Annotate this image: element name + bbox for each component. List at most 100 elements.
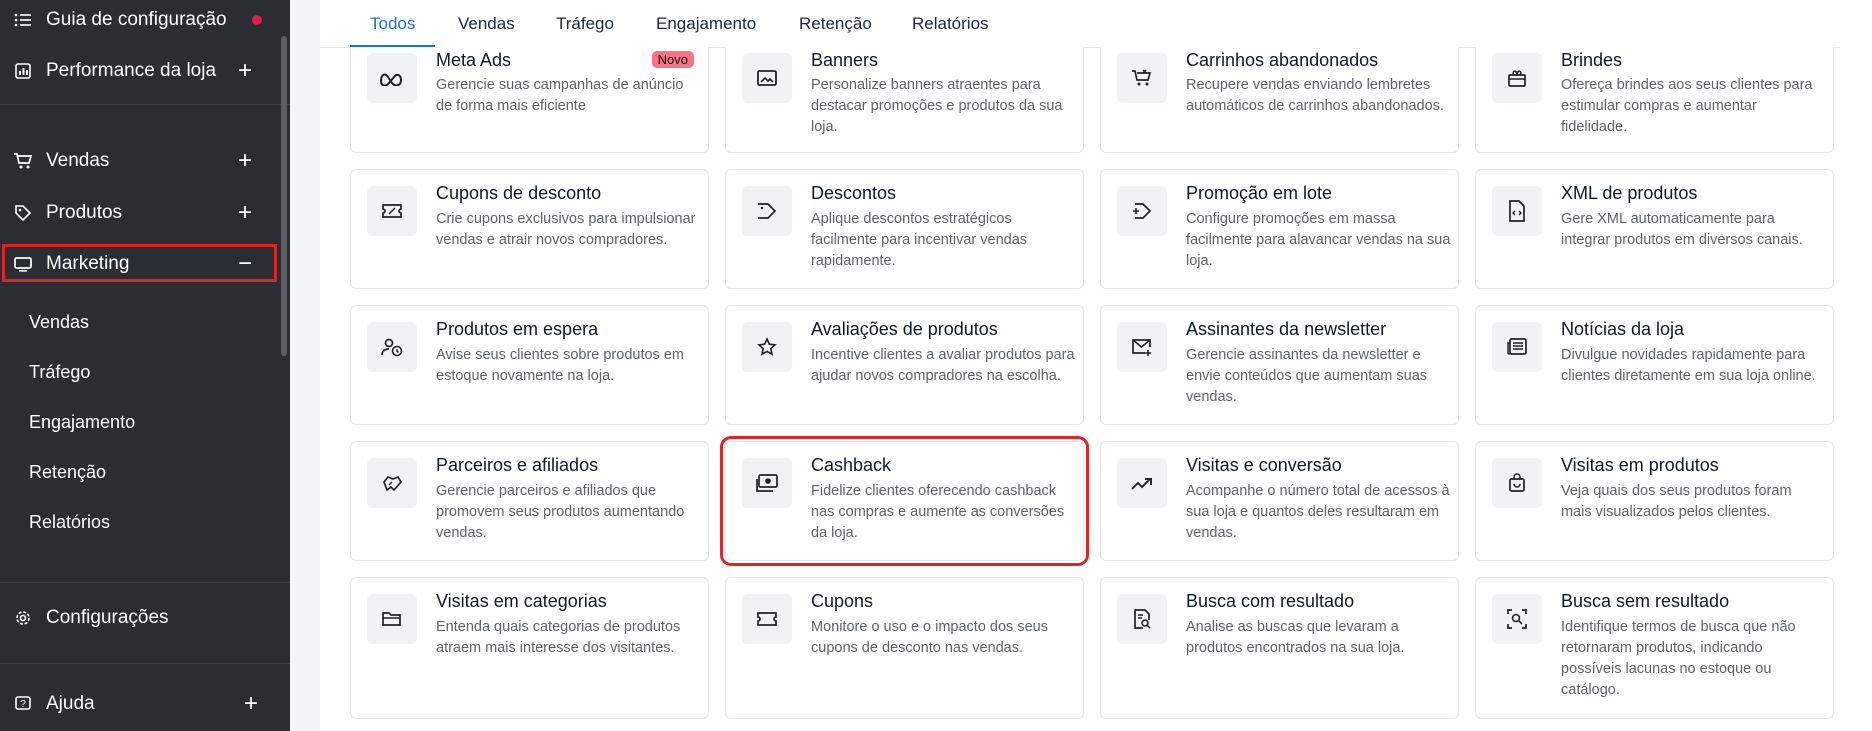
card-description: Aplique descontos estratégicos facilment…	[811, 211, 1028, 269]
card-description: Recupere vendas enviando lembretes autom…	[1186, 77, 1444, 114]
tag-plus-icon	[1117, 186, 1167, 236]
handshake-icon	[367, 458, 417, 508]
sidebar-scrollbar[interactable]	[281, 36, 287, 356]
card-description: Incentive clientes a avaliar produtos pa…	[811, 347, 1075, 384]
tab-todos[interactable]: Todos	[349, 0, 436, 48]
card-title: Cashback	[811, 455, 892, 475]
submenu-item-engajamento[interactable]: Engajamento	[29, 412, 135, 433]
tool-card-carrinhos-abandonados[interactable]: Carrinhos abandonados Recupere vendas env…	[1100, 47, 1459, 153]
sidebar-item-performance[interactable]: Performance da loja +	[0, 51, 280, 91]
xml-file-icon	[1492, 186, 1542, 236]
sidebar-item-produtos[interactable]: Produtos +	[0, 193, 280, 233]
card-description: Divulgue novidades rapidamente para clie…	[1561, 347, 1816, 384]
submenu-item-relatorios[interactable]: Relatórios	[29, 512, 110, 533]
card-title: Busca sem resultado	[1561, 591, 1730, 611]
tab-relatorios[interactable]: Relatórios	[912, 0, 989, 47]
card-description: Fidelize clientes oferecendo cashback na…	[811, 483, 1065, 541]
tool-card-noticias-da-loja[interactable]: Notícias da loja Divulgue novidades rapid…	[1475, 305, 1834, 425]
card-description: Configure promoções em massa facilmente …	[1186, 211, 1451, 269]
card-title: Carrinhos abandonados	[1186, 50, 1379, 70]
cash-icon	[742, 458, 792, 508]
card-title: Parceiros e afiliados	[436, 455, 599, 475]
news-icon	[1492, 322, 1542, 372]
tool-card-visitas-e-conversao[interactable]: Visitas e conversão Acompanhe o número to…	[1100, 441, 1459, 561]
tag-icon	[12, 202, 34, 224]
tool-card-promocao-em-lote[interactable]: Promoção em lote Configure promoções em m…	[1100, 169, 1459, 289]
sidebar-item-guia[interactable]: Guia de configuração	[0, 0, 280, 40]
tool-card-produtos-em-espera[interactable]: Produtos em espera Avise seus clientes so…	[350, 305, 709, 425]
tool-card-cupons-de-desconto[interactable]: Cupons de desconto Crie cupons exclusivos…	[350, 169, 709, 289]
expand-icon[interactable]: +	[238, 59, 252, 83]
sidebar-item-label: Guia de configuração	[46, 9, 227, 30]
card-description: Personalize banners atraentes para desta…	[811, 77, 1063, 135]
mail-plus-icon	[1117, 322, 1167, 372]
tool-card-parceiros-e-afiliados[interactable]: Parceiros e afiliados Gerencie parceiros …	[350, 441, 709, 561]
tool-card-descontos[interactable]: Descontos Aplique descontos estratégicos …	[725, 169, 1084, 289]
card-title: Banners	[811, 50, 879, 70]
tool-card-cashback[interactable]: Cashback Fidelize clientes oferecendo cas…	[720, 436, 1089, 566]
tool-card-meta-ads[interactable]: Meta Ads Gerencie suas campanhas de anúnc…	[350, 47, 709, 153]
tool-card-banners[interactable]: Banners Personalize banners atraentes par…	[725, 47, 1084, 153]
card-title: Promoção em lote	[1186, 183, 1333, 203]
card-title: Descontos	[811, 183, 897, 203]
search-frame-icon	[1492, 594, 1542, 644]
card-title: Cupons de desconto	[436, 183, 602, 203]
card-title: Busca com resultado	[1186, 591, 1355, 611]
tool-card-avaliacoes-de-produtos[interactable]: Avaliações de produtos Incentive clientes…	[725, 305, 1084, 425]
expand-icon[interactable]: +	[238, 201, 252, 225]
cart-x-icon	[1117, 53, 1167, 103]
card-title: Visitas em produtos	[1561, 455, 1719, 475]
tool-card-cupons[interactable]: Cupons Monitore o uso e o impacto dos seu…	[725, 577, 1084, 719]
submenu-item-vendas[interactable]: Vendas	[29, 312, 89, 333]
tool-card-visitas-em-produtos[interactable]: Visitas em produtos Veja quais dos seus p…	[1475, 441, 1834, 561]
divider	[0, 582, 290, 583]
tab-engajamento[interactable]: Engajamento	[656, 0, 756, 47]
user-clock-icon	[367, 322, 417, 372]
tab-vendas[interactable]: Vendas	[458, 0, 515, 47]
sidebar-item-label: Configurações	[46, 607, 169, 628]
card-description: Gerencie assinantes da newsletter e envi…	[1186, 347, 1428, 405]
search-doc-icon	[1117, 594, 1167, 644]
card-title: Notícias da loja	[1561, 319, 1685, 339]
meta-icon	[367, 53, 417, 103]
trend-up-icon	[1117, 458, 1167, 508]
tool-card-busca-com-resultado[interactable]: Busca com resultado Analise as buscas que…	[1100, 577, 1459, 719]
card-description: Crie cupons exclusivos para impulsionar …	[436, 211, 696, 248]
expand-icon[interactable]: +	[238, 149, 252, 173]
sidebar-item-label: Ajuda	[46, 693, 95, 714]
tab-retencao[interactable]: Retenção	[799, 0, 872, 47]
card-description: Ofereça brindes aos seus clientes para e…	[1561, 77, 1813, 135]
tool-card-busca-sem-resultado[interactable]: Busca sem resultado Identifique termos de…	[1475, 577, 1834, 719]
tool-card-brindes[interactable]: Brindes Ofereça brindes aos seus clientes…	[1475, 47, 1834, 153]
card-description: Acompanhe o número total de acessos à su…	[1186, 483, 1450, 541]
card-description: Identifique termos de busca que não reto…	[1561, 619, 1796, 698]
submenu-item-trafego[interactable]: Tráfego	[29, 362, 90, 383]
sidebar-item-label: Vendas	[46, 150, 110, 171]
tab-trafego[interactable]: Tráfego	[556, 0, 614, 47]
new-badge: Novo	[651, 51, 694, 68]
card-title: Assinantes da newsletter	[1186, 319, 1387, 339]
card-title: Avaliações de produtos	[811, 319, 998, 339]
gift-icon	[1492, 53, 1542, 103]
sidebar-item-label: Produtos	[46, 202, 123, 223]
highlight-box	[2, 244, 277, 282]
star-icon	[742, 322, 792, 372]
tool-card-assinantes-da-newsletter[interactable]: Assinantes da newsletter Gerencie assinan…	[1100, 305, 1459, 425]
folder-icon	[367, 594, 417, 644]
card-description: Veja quais dos seus produtos foram mais …	[1561, 483, 1792, 520]
discount-tag-icon	[742, 186, 792, 236]
submenu-item-retencao[interactable]: Retenção	[29, 462, 106, 483]
list-icon	[12, 9, 34, 31]
cart-icon	[12, 150, 34, 172]
expand-icon[interactable]: +	[244, 692, 258, 716]
svg-text:?: ?	[20, 699, 26, 710]
tool-card-visitas-em-categorias[interactable]: Visitas em categorias Entenda quais categ…	[350, 577, 709, 719]
main-content: Todos Vendas Tráfego Engajamento Retençã…	[320, 0, 1872, 731]
sidebar-item-vendas[interactable]: Vendas +	[0, 141, 280, 181]
sidebar-item-ajuda[interactable]: ? Ajuda +	[0, 684, 280, 724]
sidebar-item-configuracoes[interactable]: Configurações	[0, 598, 280, 638]
coupon-icon	[367, 186, 417, 236]
tool-card-xml-de-produtos[interactable]: XML de produtos Gere XML automaticamente …	[1475, 169, 1834, 289]
help-icon: ?	[12, 693, 34, 715]
sidebar-item-label: Performance da loja	[46, 60, 217, 81]
